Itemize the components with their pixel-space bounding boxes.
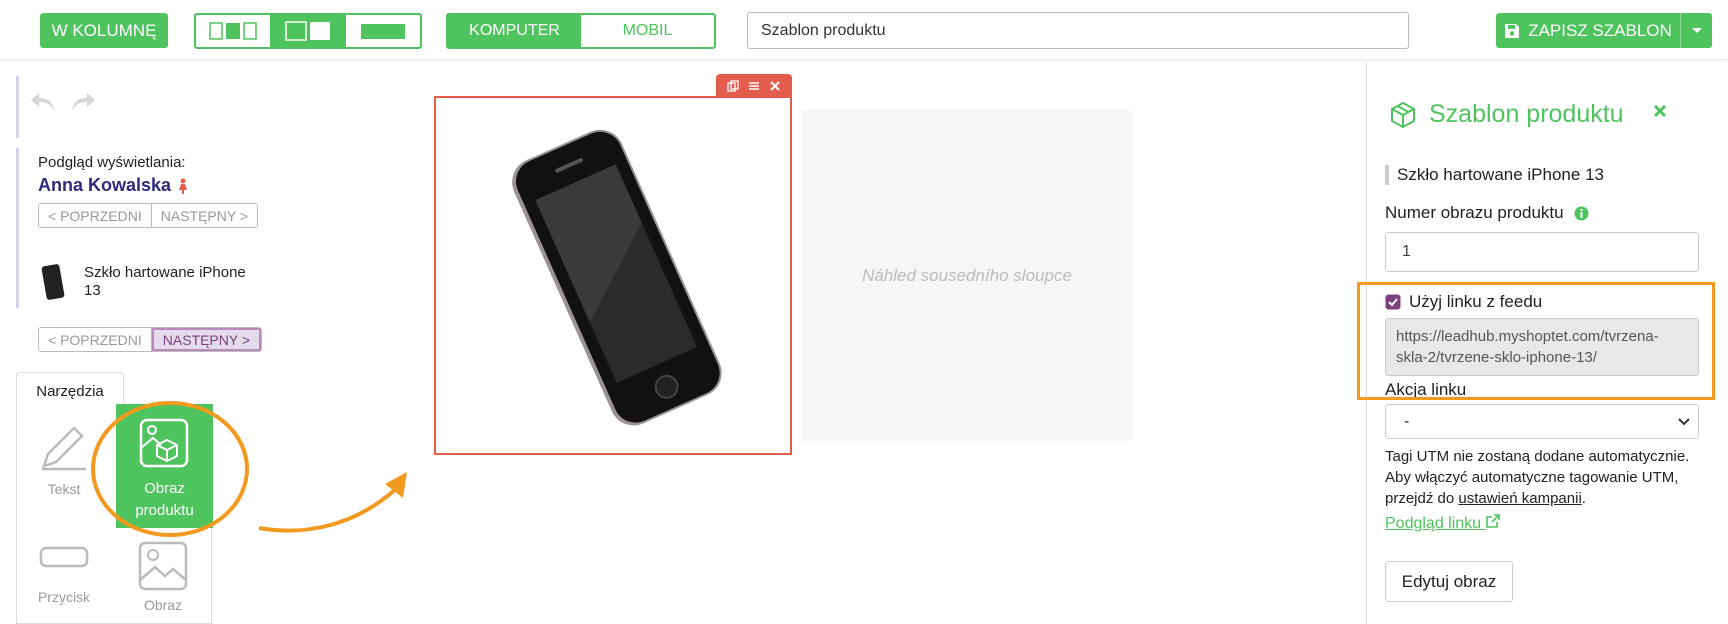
neighbor-column-placeholder: Náhled sousedního sloupce [801, 110, 1133, 441]
image-number-label-row: Numer obrazu produktu [1385, 203, 1589, 223]
edit-image-button[interactable]: Edytuj obraz [1385, 561, 1513, 602]
link-action-value: - [1404, 412, 1410, 430]
product-pager: < POPRZEDNI NASTĘPNY > [38, 327, 263, 352]
campaign-settings-link[interactable]: ustawień kampanii [1458, 490, 1581, 507]
feed-link-highlight [1357, 282, 1715, 400]
layout-one-column[interactable] [346, 15, 420, 47]
product-thumbnail [41, 264, 65, 300]
close-icon[interactable] [769, 80, 781, 92]
link-preview-text: Podgląd linku [1385, 515, 1482, 532]
package-icon [1391, 101, 1415, 128]
close-icon [1653, 104, 1667, 118]
button-icon [39, 546, 89, 568]
prev-product-button[interactable]: < POPRZEDNI [39, 328, 152, 351]
next-product-button[interactable]: NASTĘPNY > [151, 328, 262, 351]
image-icon [138, 541, 188, 591]
chevron-down-icon [1691, 27, 1702, 33]
undo-icon[interactable] [28, 90, 58, 114]
tab-desktop[interactable]: KOMPUTER [448, 15, 581, 47]
panel-product-name: Szkło hartowane iPhone 13 [1385, 165, 1604, 185]
image-number-input[interactable]: 1 [1385, 232, 1699, 272]
three-columns-icon [209, 22, 257, 40]
top-toolbar: W KOLUMNĘ KOMPUTER MOBIL ZAPISZ SZABLON [0, 0, 1728, 60]
save-icon [1505, 23, 1520, 38]
selected-product-image-block[interactable] [434, 96, 792, 455]
preview-label: Podgląd wyświetlania: [38, 154, 186, 171]
highlight-circle [91, 401, 249, 537]
layout-selector [194, 13, 422, 49]
utm-notice: Tagi UTM nie zostaną dodane automatyczni… [1385, 446, 1715, 509]
product-name: Szkło hartowane iPhone 13 [84, 264, 246, 299]
two-columns-icon [285, 21, 330, 41]
block-toolbar [716, 74, 792, 98]
column-button[interactable]: W KOLUMNĘ [40, 13, 168, 48]
chevron-down-icon [1678, 417, 1690, 425]
save-dropdown-toggle[interactable] [1680, 13, 1712, 48]
preview-user-name: Anna Kowalska [38, 175, 172, 195]
phone-product-image [512, 129, 722, 426]
panel-title-text: Szablon produktu [1429, 100, 1624, 128]
template-name-input[interactable] [747, 12, 1409, 49]
link-preview[interactable]: Podgląd linku [1385, 514, 1500, 533]
layout-two-columns[interactable] [271, 15, 346, 47]
image-number-label: Numer obrazu produktu [1385, 203, 1564, 222]
tool-image-label: Obraz [143, 597, 183, 613]
drag-handle-icon[interactable] [748, 80, 760, 92]
panel-close-button[interactable] [1653, 98, 1667, 124]
one-column-icon [361, 24, 405, 39]
tool-button-label: Przycisk [37, 589, 91, 605]
tool-image[interactable]: Obraz [117, 540, 209, 613]
tab-mobile[interactable]: MOBIL [581, 15, 714, 47]
duplicate-icon[interactable] [727, 80, 739, 92]
device-switch: KOMPUTER MOBIL [446, 13, 716, 49]
link-action-select[interactable]: - [1385, 404, 1699, 439]
save-label: ZAPISZ SZABLON [1528, 20, 1672, 40]
preview-user: Anna Kowalska [38, 175, 189, 196]
utm-notice-end: . [1581, 490, 1586, 507]
user-pager: < POPRZEDNI NASTĘPNY > [38, 203, 259, 228]
prev-user-button[interactable]: < POPRZEDNI [39, 204, 152, 227]
panel-title: Szablon produktu [1389, 100, 1624, 129]
product-preview: Szkło hartowane iPhone 13 [38, 262, 246, 307]
female-icon [179, 178, 188, 194]
save-template-button[interactable]: ZAPISZ SZABLON [1496, 13, 1712, 48]
arrow-annotation [258, 472, 407, 533]
pencil-icon [42, 426, 86, 471]
external-link-icon [1485, 514, 1500, 528]
redo-icon[interactable] [68, 90, 98, 114]
next-user-button[interactable]: NASTĘPNY > [152, 204, 257, 227]
layout-three-columns[interactable] [196, 15, 271, 47]
info-icon[interactable] [1574, 206, 1589, 221]
tool-button[interactable]: Przycisk [18, 542, 110, 605]
